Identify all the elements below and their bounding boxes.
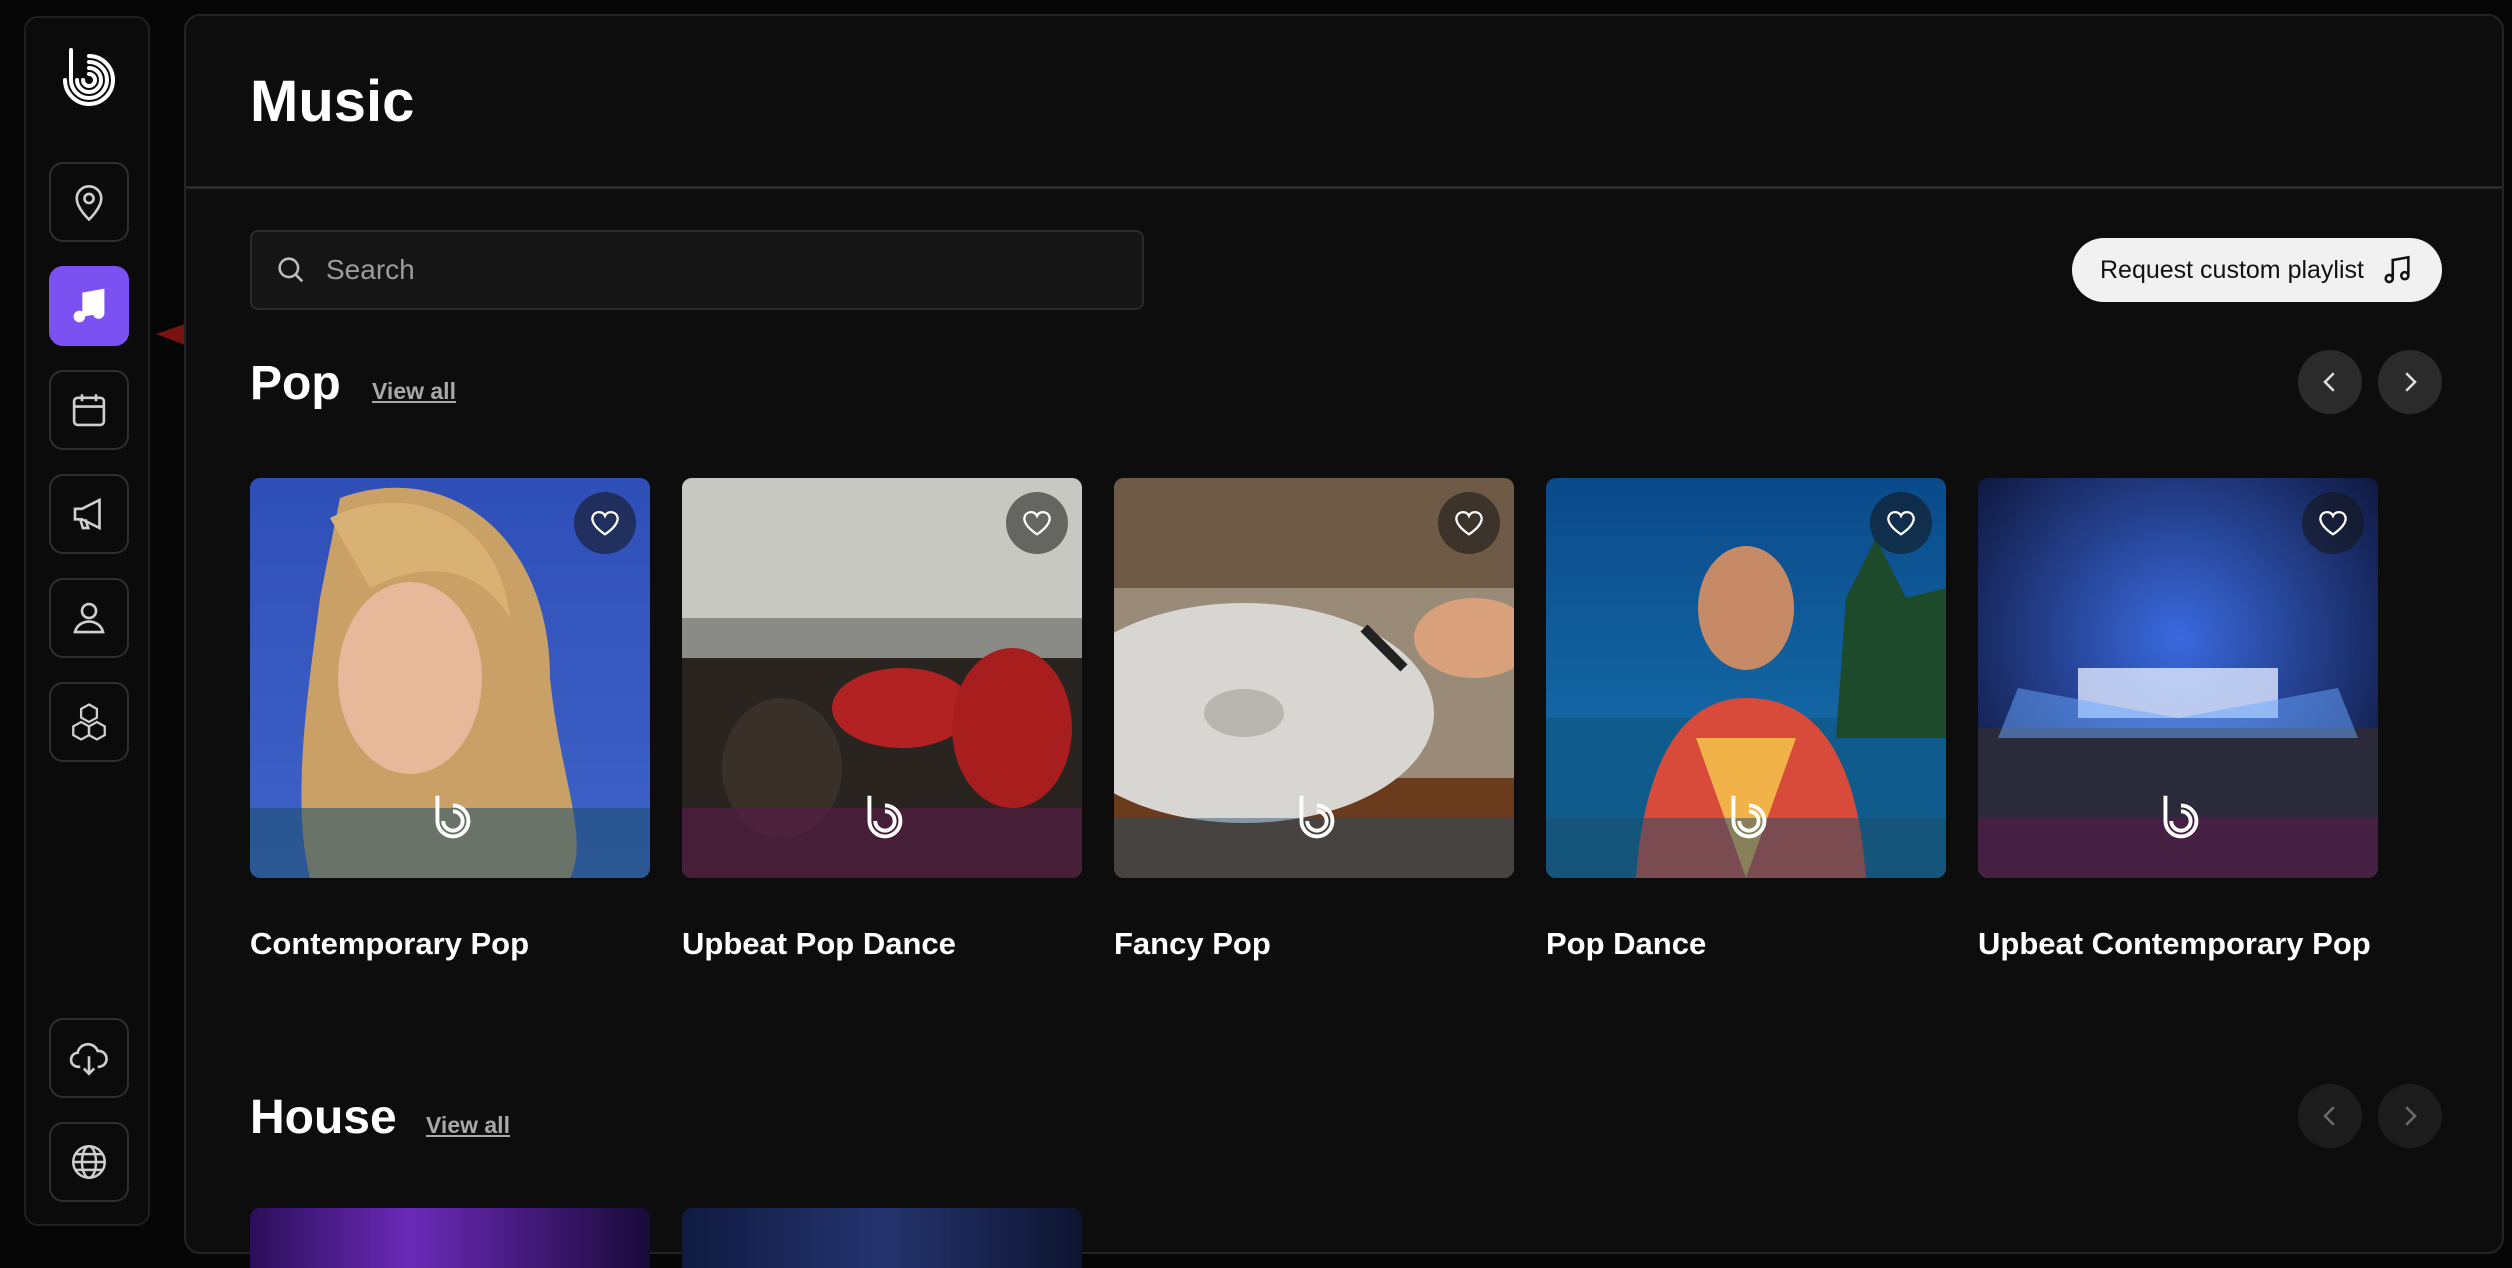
heart-icon — [1023, 511, 1051, 536]
sidebar-item-announcements[interactable] — [49, 474, 129, 554]
view-all-house-link[interactable]: View all — [426, 1112, 510, 1139]
sidebar-item-language[interactable] — [49, 1122, 129, 1202]
playlist-card[interactable]: Upbeat Contemporary Pop — [1978, 478, 2378, 961]
favorite-button[interactable] — [1006, 492, 1068, 554]
search-box[interactable] — [250, 230, 1144, 310]
chevron-right-icon — [2405, 372, 2417, 392]
section-title-house: House — [250, 1091, 397, 1144]
playlist-card[interactable]: Fancy Pop — [1114, 478, 1514, 961]
section-title-pop: Pop — [250, 357, 341, 410]
favorite-button[interactable] — [1870, 492, 1932, 554]
search-input[interactable] — [324, 253, 1128, 287]
sidebar-item-music[interactable] — [49, 266, 129, 346]
pop-next-button[interactable] — [2378, 350, 2442, 414]
playlist-card[interactable]: Upbeat Pop Dance — [682, 478, 1082, 961]
chevron-right-icon — [2405, 1106, 2417, 1126]
heart-icon — [1887, 511, 1915, 536]
sidebar-item-integrations[interactable] — [49, 682, 129, 762]
favorite-button[interactable] — [574, 492, 636, 554]
playlist-card[interactable] — [682, 1208, 1082, 1268]
main-panel: Music Request custom playlist Pop View a… — [184, 14, 2504, 1268]
sidebar-item-profile[interactable] — [49, 578, 129, 658]
heart-icon — [2319, 511, 2347, 536]
brand-watermark-icon — [2163, 795, 2199, 839]
heart-icon — [591, 511, 619, 536]
music-note-icon — [73, 288, 105, 323]
megaphone-icon — [73, 497, 101, 531]
playlist-card[interactable]: Pop Dance — [1546, 478, 1946, 961]
chevron-left-icon — [2323, 1106, 2335, 1126]
playlist-card[interactable]: Contemporary Pop — [250, 478, 650, 961]
brand-watermark-icon — [1299, 795, 1335, 839]
playlist-name[interactable]: Contemporary Pop — [250, 926, 529, 962]
playlist-cover[interactable] — [1114, 478, 1514, 878]
playlist-card[interactable] — [250, 1208, 650, 1268]
playlist-name[interactable]: Fancy Pop — [1114, 926, 1271, 962]
map-pin-icon — [75, 184, 103, 222]
sidebar-item-download[interactable] — [49, 1018, 129, 1098]
playlist-name[interactable]: Upbeat Pop Dance — [682, 926, 956, 962]
playlist-cover[interactable] — [682, 478, 1082, 878]
user-icon — [73, 602, 105, 634]
sidebar-item-calendar[interactable] — [49, 370, 129, 450]
favorite-button[interactable] — [1438, 492, 1500, 554]
cloud-download-icon — [69, 1042, 108, 1076]
sidebar-item-locations[interactable] — [49, 162, 129, 242]
brand-logo-icon[interactable] — [55, 44, 119, 108]
playlist-cover[interactable] — [1978, 478, 2378, 878]
request-custom-playlist-button[interactable]: Request custom playlist — [2072, 238, 2442, 302]
sidebar — [24, 16, 150, 1226]
playlist-name[interactable]: Pop Dance — [1546, 926, 1706, 962]
house-next-button[interactable] — [2378, 1084, 2442, 1148]
view-all-pop-link[interactable]: View all — [372, 378, 456, 405]
calendar-icon — [72, 394, 106, 427]
brand-watermark-icon — [1731, 795, 1767, 839]
playlist-cover[interactable] — [250, 478, 650, 878]
favorite-button[interactable] — [2302, 492, 2364, 554]
playlist-name[interactable]: Upbeat Contemporary Pop — [1978, 926, 2371, 962]
search-icon — [278, 257, 304, 283]
playlist-cover[interactable] — [1546, 478, 1946, 878]
brand-watermark-icon — [435, 795, 471, 839]
request-custom-playlist-label: Request custom playlist — [2099, 255, 2364, 284]
page-title: Music — [250, 69, 415, 134]
heart-icon — [1455, 511, 1483, 536]
cubes-icon — [72, 703, 106, 741]
music-note-icon — [2384, 255, 2410, 284]
header-divider — [186, 186, 2502, 189]
globe-icon — [72, 1145, 106, 1179]
chevron-left-icon — [2323, 372, 2335, 392]
pop-prev-button[interactable] — [2298, 350, 2362, 414]
brand-watermark-icon — [867, 795, 903, 839]
house-prev-button[interactable] — [2298, 1084, 2362, 1148]
